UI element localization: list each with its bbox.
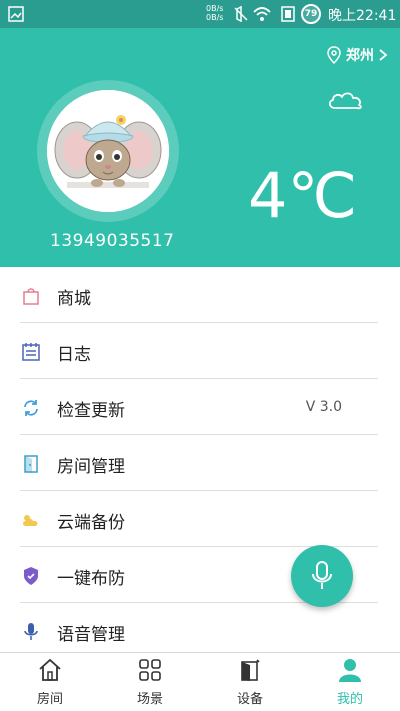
location-label: 郑州	[346, 48, 374, 64]
clock: 晚上22:41	[328, 8, 397, 24]
nav-tab-mine[interactable]: 我的	[300, 653, 400, 711]
shopping-bag-icon	[23, 288, 39, 305]
menu-item-label: 语音管理	[57, 625, 125, 645]
temperature-value: 4℃	[248, 159, 358, 232]
status-bar: 0B/s 0B/s 79 晚上22:41	[0, 0, 400, 28]
chevron-right-icon	[379, 49, 388, 61]
menu-item-log[interactable]: 日志	[0, 323, 400, 379]
sim-card-icon	[281, 6, 295, 22]
menu-item-label: 检查更新	[57, 401, 125, 421]
menu-item-shop[interactable]: 商城	[0, 267, 400, 323]
version-value: V 3.0	[305, 399, 342, 415]
location-selector[interactable]: 郑州	[326, 45, 388, 65]
upload-speed: 0B/s	[206, 4, 224, 13]
home-icon	[39, 658, 61, 681]
nav-tab-scenes[interactable]: 场景	[100, 653, 200, 711]
device-icon	[241, 659, 260, 681]
nav-tab-devices[interactable]: 设备	[200, 653, 300, 711]
voice-input-button[interactable]	[291, 545, 353, 607]
log-icon	[22, 343, 40, 361]
cloud-backup-icon	[23, 515, 38, 526]
nav-tab-rooms[interactable]: 房间	[0, 653, 100, 711]
avatar[interactable]	[47, 90, 169, 212]
wifi-icon	[253, 7, 271, 21]
menu-item-room-management[interactable]: 房间管理	[0, 435, 400, 491]
menu-item-label: 商城	[57, 289, 91, 309]
menu-item-label: 云端备份	[57, 513, 125, 533]
menu-item-check-update[interactable]: 检查更新 V 3.0	[0, 379, 400, 435]
nav-label: 设备	[236, 692, 263, 707]
profile-header: 郑州 13949035517 4℃	[0, 28, 400, 267]
cloud-icon	[328, 92, 362, 110]
location-pin-icon	[327, 46, 341, 64]
nav-label: 场景	[136, 692, 163, 707]
phone-number: 13949035517	[50, 231, 175, 251]
battery-indicator: 79	[301, 4, 321, 24]
menu-item-label: 房间管理	[57, 457, 125, 477]
nav-label: 房间	[36, 692, 63, 707]
menu-item-voice-management[interactable]: 语音管理	[0, 603, 400, 659]
menu-item-cloud-backup[interactable]: 云端备份	[0, 491, 400, 547]
refresh-icon	[24, 400, 38, 416]
mute-icon	[234, 5, 248, 23]
microphone-icon	[312, 561, 332, 589]
image-icon	[8, 6, 24, 22]
user-icon	[339, 659, 361, 682]
network-speed: 0B/s 0B/s	[206, 4, 223, 22]
door-icon	[24, 455, 38, 473]
nav-label: 我的	[336, 692, 363, 707]
avatar-ring	[37, 80, 179, 222]
scene-grid-icon	[139, 659, 161, 681]
menu-item-label: 一键布防	[57, 569, 125, 589]
bottom-navigation: 房间 场景 设备 我的	[0, 652, 400, 711]
download-speed: 0B/s	[206, 13, 224, 22]
shield-icon	[24, 567, 38, 585]
cartoon-avatar-image	[47, 90, 169, 212]
microphone-icon	[24, 623, 38, 640]
menu-item-label: 日志	[57, 345, 91, 365]
